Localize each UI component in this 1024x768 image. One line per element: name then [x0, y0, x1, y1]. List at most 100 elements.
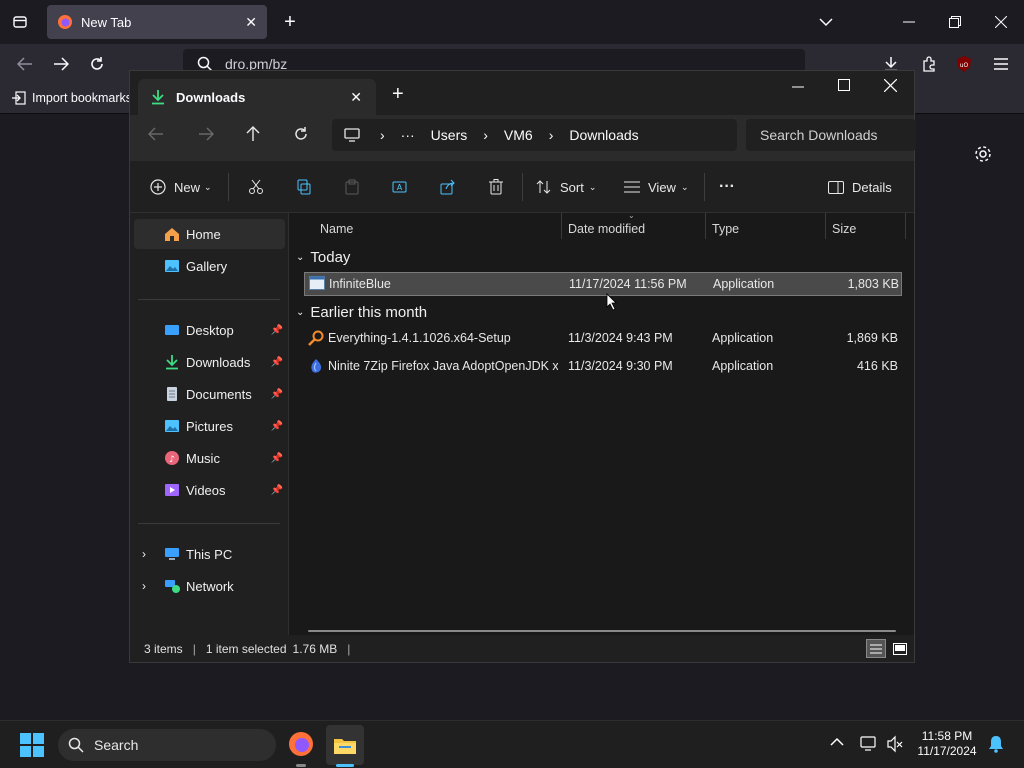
- search-downloads-input[interactable]: Search Downloads: [746, 119, 916, 151]
- hamburger-menu-icon[interactable]: [990, 52, 1012, 76]
- close-window-icon[interactable]: [884, 79, 897, 92]
- nav-item-pictures[interactable]: Pictures 📌: [134, 411, 285, 441]
- close-tab-icon[interactable]: ✕: [245, 14, 257, 31]
- share-icon[interactable]: [438, 171, 458, 203]
- copy-icon[interactable]: [294, 171, 314, 203]
- close-tab-icon[interactable]: ✕: [350, 89, 362, 106]
- group-header-earlier-this-month[interactable]: ⌄ Earlier this month: [296, 301, 427, 323]
- nav-item-desktop[interactable]: Desktop 📌: [134, 315, 285, 345]
- breadcrumb-vm6[interactable]: VM6: [504, 127, 533, 143]
- table-row[interactable]: InfiniteBlue 11/17/2024 11:56 PM Applica…: [304, 272, 902, 296]
- pin-icon[interactable]: 📌: [271, 357, 283, 368]
- nav-item-gallery[interactable]: Gallery: [134, 251, 285, 281]
- nav-item-videos[interactable]: Videos 📌: [134, 475, 285, 505]
- notification-bell-icon[interactable]: [988, 735, 1004, 753]
- rename-icon[interactable]: A: [390, 171, 410, 203]
- nav-item-label: This PC: [186, 546, 233, 562]
- table-row[interactable]: Everything-1.4.1.1026.x64-Setup 11/3/202…: [304, 327, 902, 351]
- back-arrow-icon[interactable]: [14, 52, 36, 76]
- nav-item-network[interactable]: › Network: [134, 571, 285, 601]
- extensions-icon[interactable]: [918, 52, 940, 76]
- column-divider[interactable]: [825, 213, 826, 239]
- pin-icon[interactable]: 📌: [271, 453, 283, 464]
- nav-item-this-pc[interactable]: › This PC: [134, 539, 285, 569]
- settings-gear-icon[interactable]: [972, 143, 994, 165]
- more-options-icon[interactable]: ···: [719, 171, 735, 203]
- pin-icon[interactable]: 📌: [271, 325, 283, 336]
- file-explorer-taskbar-icon[interactable]: [326, 725, 364, 765]
- forward-arrow-icon[interactable]: [198, 127, 214, 141]
- chevron-up-icon[interactable]: [830, 737, 844, 747]
- view-button[interactable]: View ⌄: [624, 171, 689, 203]
- horizontal-scrollbar[interactable]: [308, 630, 896, 632]
- volume-muted-icon[interactable]: [886, 735, 904, 753]
- nav-item-documents[interactable]: Documents 📌: [134, 379, 285, 409]
- reload-icon[interactable]: [86, 52, 108, 76]
- taskbar-search-label: Search: [94, 737, 139, 753]
- details-view-icon[interactable]: [866, 639, 886, 658]
- nav-item-downloads[interactable]: Downloads 📌: [134, 347, 285, 377]
- column-divider[interactable]: [705, 213, 706, 239]
- taskbar-search[interactable]: Search: [58, 729, 276, 761]
- column-header-size[interactable]: Size: [832, 217, 856, 241]
- sort-button[interactable]: Sort ⌄: [536, 171, 596, 203]
- new-tab-icon[interactable]: +: [392, 83, 404, 106]
- column-header-date[interactable]: Date modified: [568, 217, 645, 241]
- minimize-icon[interactable]: [898, 10, 920, 34]
- paste-icon[interactable]: [342, 171, 362, 203]
- breadcrumb-users[interactable]: Users: [431, 127, 468, 143]
- column-divider[interactable]: [561, 213, 562, 239]
- chevron-down-icon[interactable]: [816, 10, 836, 34]
- new-button[interactable]: New ⌄: [150, 171, 212, 203]
- pin-icon[interactable]: 📌: [271, 421, 283, 432]
- breadcrumb-downloads[interactable]: Downloads: [569, 127, 638, 143]
- file-date: 11/3/2024 9:30 PM: [568, 359, 673, 373]
- explorer-tab-downloads[interactable]: Downloads ✕: [138, 79, 376, 115]
- chevron-right-icon[interactable]: ›: [142, 547, 146, 561]
- minimize-icon[interactable]: [792, 81, 808, 93]
- nav-item-home[interactable]: Home: [134, 219, 285, 249]
- tiles-view-icon[interactable]: [890, 639, 910, 658]
- forward-arrow-icon[interactable]: [50, 52, 72, 76]
- table-row[interactable]: Ninite 7Zip Firefox Java AdoptOpenJDK x.…: [304, 355, 902, 379]
- home-icon: [164, 226, 180, 242]
- browser-tab[interactable]: New Tab ✕: [47, 5, 267, 39]
- network-monitor-icon[interactable]: [860, 735, 878, 753]
- explorer-tab-title: Downloads: [176, 89, 246, 105]
- nav-item-label: Downloads: [186, 354, 251, 370]
- status-selected-size: 1.76 MB: [292, 641, 338, 656]
- clock[interactable]: 11:58 PM 11/17/2024: [912, 729, 982, 759]
- pin-icon[interactable]: 📌: [271, 389, 283, 400]
- firefox-taskbar-icon[interactable]: [288, 731, 314, 757]
- refresh-icon[interactable]: [293, 126, 309, 142]
- delete-icon[interactable]: [486, 171, 506, 203]
- new-tab-icon[interactable]: +: [280, 10, 300, 34]
- close-window-icon[interactable]: [990, 10, 1012, 34]
- ublock-origin-icon[interactable]: uO: [954, 54, 974, 74]
- svg-text:uO: uO: [960, 62, 969, 69]
- videos-icon: [164, 482, 180, 498]
- back-arrow-icon[interactable]: [148, 127, 164, 141]
- file-name: Ninite 7Zip Firefox Java AdoptOpenJDK x.…: [328, 359, 558, 373]
- file-date: 11/17/2024 11:56 PM: [569, 277, 687, 291]
- list-all-tabs-icon[interactable]: [8, 10, 32, 34]
- group-header-today[interactable]: ⌄ Today: [296, 246, 350, 268]
- column-header-name[interactable]: Name: [320, 217, 353, 241]
- pin-icon[interactable]: 📌: [271, 485, 283, 496]
- details-pane-button[interactable]: Details: [828, 171, 892, 203]
- file-name: Everything-1.4.1.1026.x64-Setup: [328, 331, 511, 345]
- breadcrumb-overflow[interactable]: ···: [401, 127, 415, 143]
- column-header-type[interactable]: Type: [712, 217, 739, 241]
- restore-icon[interactable]: [944, 10, 966, 34]
- nav-item-music[interactable]: ♪ Music 📌: [134, 443, 285, 473]
- address-bar[interactable]: › ··· Users › VM6 › Downloads: [332, 119, 737, 151]
- firefox-tab-bar: New Tab ✕ +: [0, 0, 1024, 44]
- maximize-icon[interactable]: [838, 79, 850, 91]
- column-divider[interactable]: [905, 213, 906, 239]
- chevron-right-icon[interactable]: ›: [142, 579, 146, 593]
- nav-item-label: Desktop: [186, 322, 234, 338]
- cut-icon[interactable]: [246, 171, 266, 203]
- up-arrow-icon[interactable]: [246, 126, 260, 142]
- windows-start-icon[interactable]: [20, 733, 44, 757]
- import-bookmarks-button[interactable]: Import bookmarks...: [12, 91, 142, 105]
